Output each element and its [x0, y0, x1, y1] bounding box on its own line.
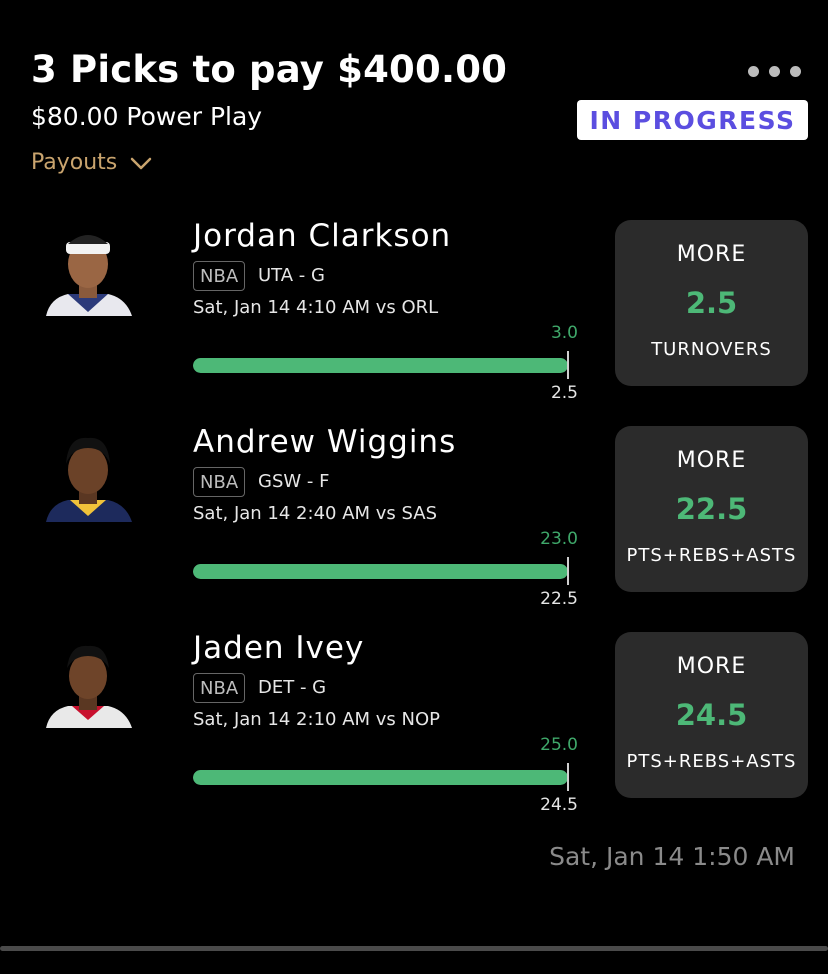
pick-line: 24.5 [675, 698, 748, 732]
pick-stat: PTS+REBS+ASTS [626, 751, 797, 772]
pick-selection-box[interactable]: MORE 22.5 PTS+REBS+ASTS [615, 426, 808, 592]
chevron-down-icon [131, 157, 152, 169]
bottom-divider [0, 946, 828, 951]
line-marker [567, 557, 569, 585]
pick-stat: TURNOVERS [651, 339, 772, 360]
progress-bar [193, 564, 568, 579]
status-badge: IN PROGRESS [577, 100, 808, 140]
line-value: 2.5 [550, 383, 578, 403]
player-name: Andrew Wiggins [193, 424, 457, 460]
pick-selection-box[interactable]: MORE 2.5 TURNOVERS [615, 220, 808, 386]
pick-selection-box[interactable]: MORE 24.5 PTS+REBS+ASTS [615, 632, 808, 798]
line-value: 24.5 [540, 795, 578, 815]
team-position: UTA - G [258, 265, 325, 286]
league-badge: NBA [193, 467, 246, 497]
pick-row: Jaden Ivey NBA DET - G Sat, Jan 14 2:10 … [0, 622, 828, 815]
league-badge: NBA [193, 261, 246, 291]
progress-fill [193, 770, 568, 785]
team-position: DET - G [258, 677, 327, 698]
pick-direction: MORE [676, 242, 747, 267]
payouts-toggle[interactable]: Payouts [31, 150, 153, 175]
progress-bar [193, 770, 568, 785]
player-name: Jordan Clarkson [193, 218, 452, 254]
pick-direction: MORE [676, 448, 747, 473]
progress-bar [193, 358, 568, 373]
line-value: 22.5 [540, 589, 578, 609]
entry-title: 3 Picks to pay $400.00 [31, 48, 508, 91]
player-avatar [38, 632, 138, 728]
progress-fill [193, 564, 568, 579]
player-avatar [38, 426, 138, 522]
actual-stat-value: 3.0 [550, 323, 578, 343]
actual-stat-value: 23.0 [540, 529, 578, 549]
pick-line: 2.5 [685, 286, 738, 320]
line-marker [567, 763, 569, 791]
pick-line: 22.5 [675, 492, 748, 526]
pick-row: Andrew Wiggins NBA GSW - F Sat, Jan 14 2… [0, 416, 828, 609]
game-time: Sat, Jan 14 2:40 AM vs SAS [193, 503, 438, 524]
actual-stat-value: 25.0 [540, 735, 578, 755]
payouts-label: Payouts [31, 150, 118, 175]
player-name: Jaden Ivey [193, 630, 365, 666]
pick-stat: PTS+REBS+ASTS [626, 545, 797, 566]
entry-subtitle: $80.00 Power Play [31, 102, 263, 131]
game-time: Sat, Jan 14 2:10 AM vs NOP [193, 709, 440, 730]
line-marker [567, 351, 569, 379]
entry-timestamp: Sat, Jan 14 1:50 AM [549, 842, 795, 871]
player-avatar [38, 220, 138, 316]
team-position: GSW - F [258, 471, 330, 492]
league-badge: NBA [193, 673, 246, 703]
pick-direction: MORE [676, 654, 747, 679]
more-options-icon[interactable] [748, 66, 801, 77]
progress-fill [193, 358, 568, 373]
game-time: Sat, Jan 14 4:10 AM vs ORL [193, 297, 439, 318]
pick-row: Jordan Clarkson NBA UTA - G Sat, Jan 14 … [0, 210, 828, 403]
entry-card: 3 Picks to pay $400.00 $80.00 Power Play… [0, 0, 828, 974]
